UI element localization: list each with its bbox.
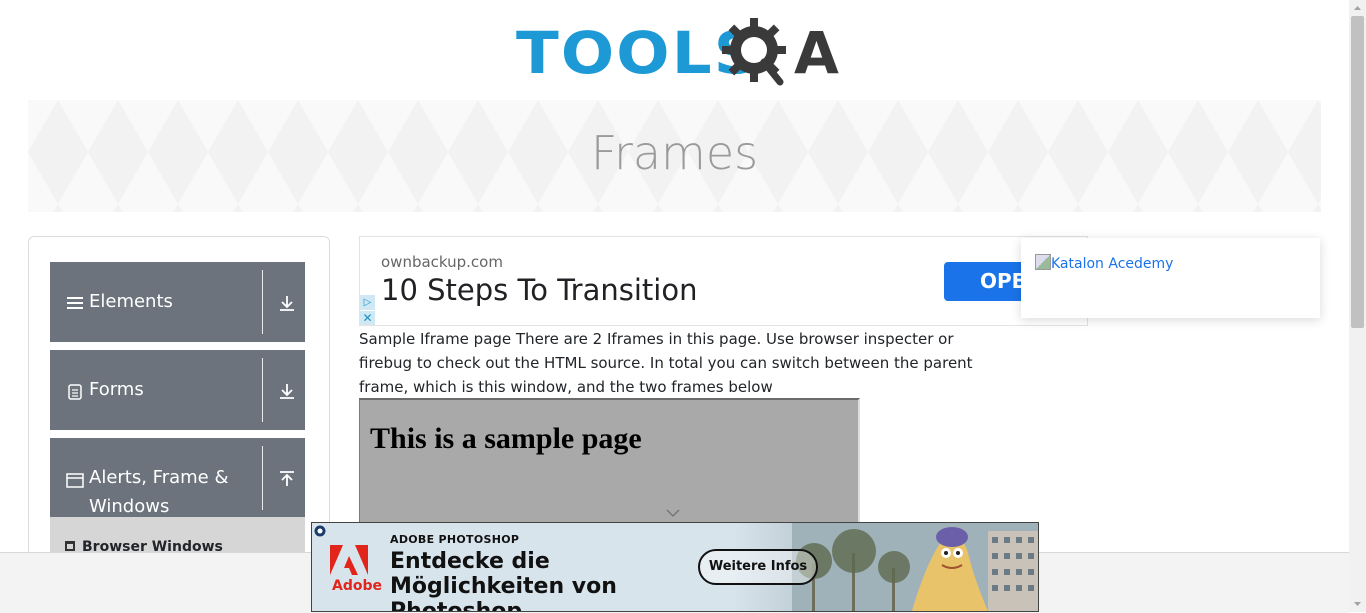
- broken-image-icon: [1035, 254, 1051, 270]
- download-arrow-icon: [280, 296, 294, 311]
- ad-close-icon[interactable]: ✕: [360, 311, 375, 325]
- scroll-up-arrow-icon[interactable]: [1349, 0, 1366, 16]
- ad-illustration: [792, 523, 1038, 611]
- sidebar-group-elements[interactable]: Elements: [50, 262, 305, 342]
- iframe-heading: This is a sample page: [370, 422, 642, 455]
- page-scrollbar[interactable]: [1349, 0, 1366, 612]
- scrollbar-thumb[interactable]: [1351, 16, 1364, 328]
- divider: [262, 270, 263, 334]
- download-arrow-icon: [280, 384, 294, 399]
- ad-domain: ownbackup.com: [381, 253, 503, 271]
- sidebar-group-label: Elements: [89, 291, 173, 312]
- logo-suffix: A: [794, 19, 839, 87]
- gear-magnifier-icon: [722, 18, 786, 86]
- frames-description: Sample Iframe page There are 2 Iframes i…: [359, 330, 973, 396]
- bottom-advertisement[interactable]: Adobe ADOBE PHOTOSHOP Entdecke die Mögli…: [311, 522, 1039, 612]
- page-title: Frames: [590, 126, 759, 180]
- katalon-ad-card[interactable]: Katalon Acedemy: [1021, 238, 1320, 318]
- ad-info-icon[interactable]: [314, 525, 326, 537]
- sidebar-group-forms[interactable]: Forms: [50, 350, 305, 430]
- site-header: TOOLS A: [0, 0, 1349, 100]
- document-icon: [68, 384, 82, 400]
- katalon-ad-image[interactable]: Katalon Acedemy: [1035, 254, 1173, 272]
- sidebar-group-label: Forms: [89, 379, 144, 400]
- divider: [262, 446, 263, 510]
- sidebar-sub-list: Browser Windows: [50, 517, 305, 557]
- ad-eyebrow: ADOBE PHOTOSHOP: [390, 533, 520, 546]
- hamburger-icon: [67, 297, 83, 309]
- ad-headline[interactable]: 10 Steps To Transition: [381, 273, 697, 307]
- sidebar-group-label: Alerts, Frame &: [89, 467, 229, 488]
- toolsqa-logo[interactable]: TOOLS A: [512, 14, 842, 92]
- ad-choices-icon[interactable]: ▷: [360, 295, 375, 310]
- sidebar-group-alerts-frame-windows[interactable]: Alerts, Frame & Windows: [50, 438, 305, 518]
- upload-arrow-icon: [280, 471, 294, 486]
- scroll-down-arrow-icon[interactable]: [1349, 596, 1366, 612]
- image-alt-text: Katalon Acedemy: [1051, 256, 1174, 272]
- page-banner: Frames: [28, 100, 1321, 212]
- sample-iframe[interactable]: This is a sample page: [359, 398, 860, 530]
- top-advertisement[interactable]: ownbackup.com 10 Steps To Transition OPE…: [359, 236, 1088, 326]
- divider: [262, 358, 263, 422]
- weitere-infos-button[interactable]: Weitere Infos: [698, 549, 818, 585]
- window-icon: [66, 473, 84, 488]
- adobe-wordmark: Adobe: [332, 578, 382, 594]
- sidebar: Elements Forms Alerts, Frame & Windows B…: [28, 236, 330, 568]
- ad-headline: Entdecke die Möglichkeiten von Photoshop…: [390, 549, 617, 612]
- chevron-down-icon: [666, 509, 680, 518]
- browser-icon: [65, 541, 75, 551]
